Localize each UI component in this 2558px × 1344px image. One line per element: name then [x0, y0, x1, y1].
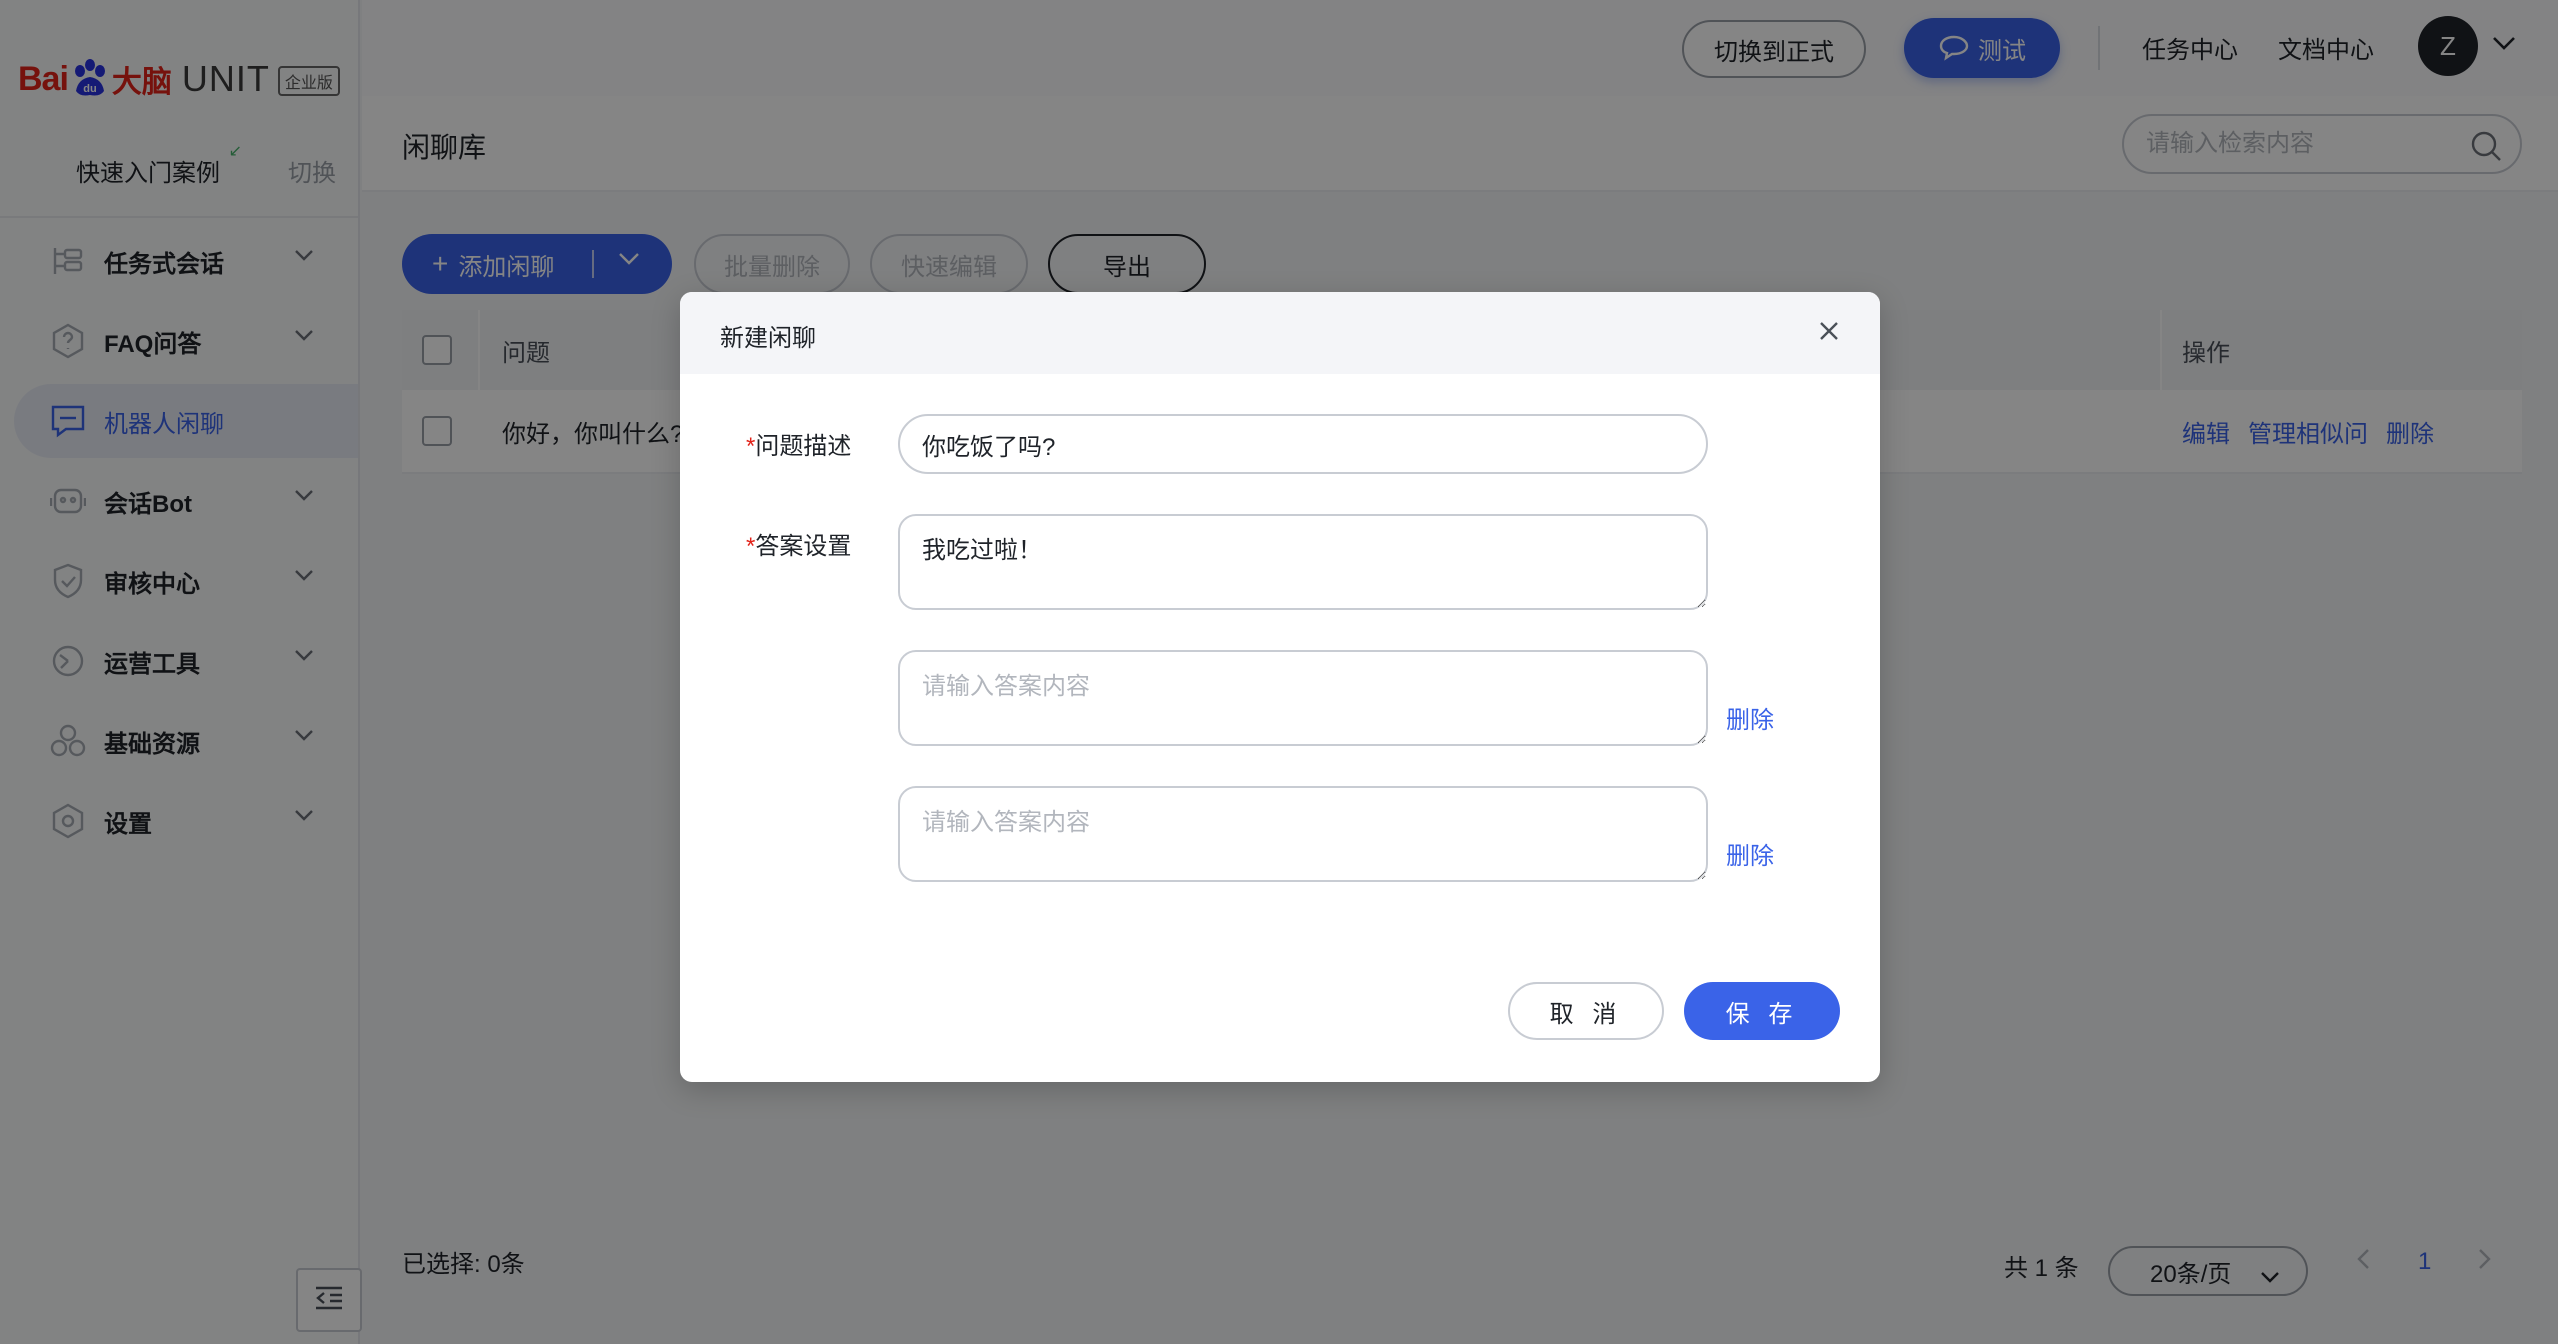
- question-label: *问题描述: [746, 426, 851, 461]
- required-mark: *: [746, 433, 756, 460]
- close-icon[interactable]: [1818, 320, 1840, 347]
- answer-textarea-1[interactable]: 我吃过啦！: [898, 514, 1708, 610]
- delete-answer-3-link[interactable]: 删除: [1726, 836, 1774, 871]
- cancel-button[interactable]: 取 消: [1508, 982, 1664, 1040]
- save-button[interactable]: 保 存: [1684, 982, 1840, 1040]
- required-mark: *: [746, 533, 756, 560]
- dialog-title: 新建闲聊: [720, 325, 816, 352]
- dialog-header: 新建闲聊: [680, 292, 1880, 374]
- answer-textarea-3[interactable]: [898, 786, 1708, 882]
- answer-label-text: 答案设置: [755, 533, 852, 560]
- question-label-text: 问题描述: [755, 433, 852, 460]
- delete-answer-2-link[interactable]: 删除: [1726, 700, 1774, 735]
- new-chitchat-dialog: 新建闲聊 *问题描述 *答案设置 我吃过啦！ 删除 删除 取 消 保 存: [680, 292, 1880, 1082]
- answer-textarea-2[interactable]: [898, 650, 1708, 746]
- answer-label: *答案设置: [746, 526, 851, 561]
- question-input[interactable]: [898, 414, 1708, 474]
